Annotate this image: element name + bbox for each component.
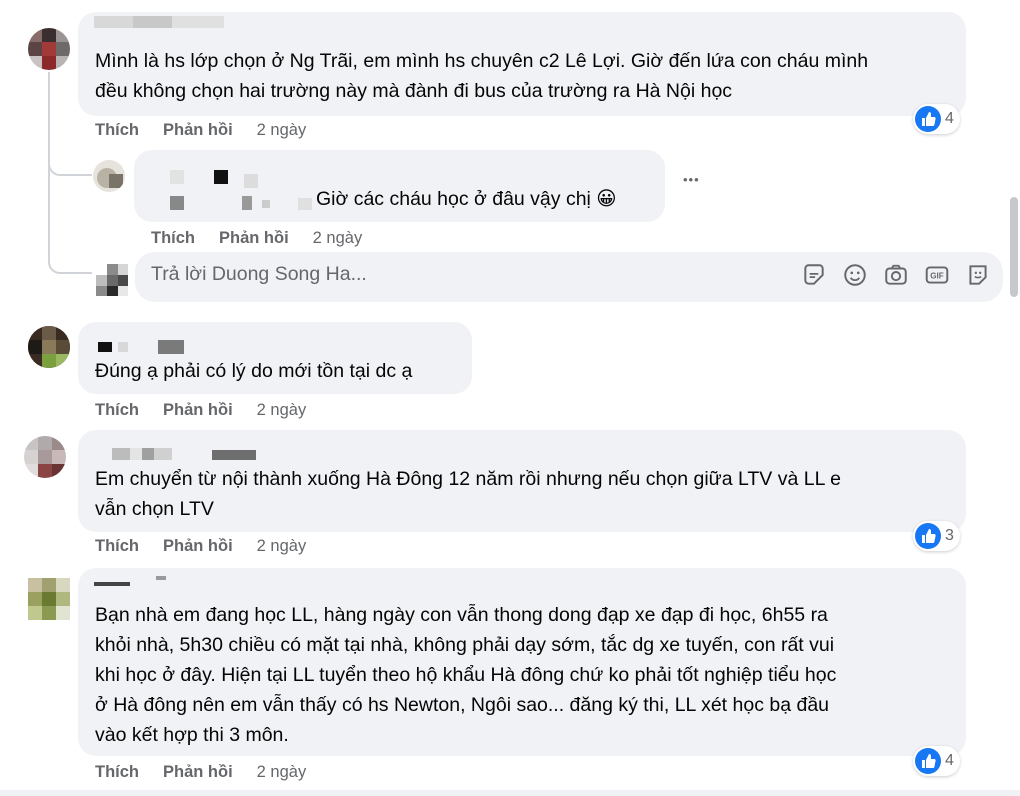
like-button[interactable]: Thích [95,401,139,420]
gif-icon[interactable]: GIF [924,262,950,288]
sticker-icon[interactable] [801,262,827,288]
current-user-avatar [96,264,128,296]
author-name[interactable] [94,582,130,586]
reply-button[interactable]: Phản hồi [219,229,289,248]
comment-actions: Thích Phản hồi 2 ngày [95,537,306,556]
reply-text: Giờ các cháu học ở đâu vậy chị 😀 [316,188,617,210]
comment-text: Đúng ạ phải có lý do mới tồn tại dc ạ [95,360,413,382]
like-button[interactable]: Thích [151,229,195,248]
timestamp[interactable]: 2 ngày [313,229,363,248]
comment-text: Em chuyển từ nội thành xuống Hà Đông 12 … [95,468,841,520]
timestamp[interactable]: 2 ngày [257,537,307,556]
reply-input[interactable] [151,259,751,289]
top-edge [0,0,1020,8]
like-button[interactable]: Thích [95,763,139,782]
more-options-button[interactable]: ••• [683,172,700,187]
avatar-sticker-icon[interactable] [965,262,991,288]
reaction-count[interactable]: 4 [913,104,960,134]
like-button[interactable]: Thích [95,537,139,556]
reaction-number: 4 [945,110,954,127]
comment-actions: Thích Phản hồi 2 ngày [95,763,306,782]
like-button[interactable]: Thích [95,121,139,140]
like-reaction-icon [915,106,941,132]
author-name[interactable] [214,170,228,184]
comment-bubble: Em chuyển từ nội thành xuống Hà Đông 12 … [78,430,966,532]
svg-text:GIF: GIF [930,271,944,280]
reply-button[interactable]: Phản hồi [163,121,233,140]
reply-composer: GIF [135,252,1003,302]
comment-actions: Thích Phản hồi 2 ngày [95,401,306,420]
avatar[interactable] [28,578,70,620]
comment-actions: Thích Phản hồi 2 ngày [151,229,362,248]
timestamp[interactable]: 2 ngày [257,401,307,420]
reply-button[interactable]: Phản hồi [163,401,233,420]
comment-bubble: Đúng ạ phải có lý do mới tồn tại dc ạ [78,322,472,394]
avatar[interactable] [24,436,66,478]
like-reaction-icon [915,748,941,774]
reply-button[interactable]: Phản hồi [163,537,233,556]
thread-connector [48,170,92,274]
reaction-number: 4 [945,752,954,769]
like-reaction-icon [915,523,941,549]
avatar[interactable] [28,28,70,70]
timestamp[interactable]: 2 ngày [257,763,307,782]
comment-bubble: Bạn nhà em đang học LL, hàng ngày con vẫ… [78,568,966,756]
scrollbar-thumb[interactable] [1010,197,1018,297]
emoji-icon[interactable] [842,262,868,288]
comment-actions: Thích Phản hồi 2 ngày [95,121,306,140]
reaction-number: 3 [945,527,954,544]
author-name[interactable] [98,342,112,352]
reaction-count[interactable]: 4 [913,746,960,776]
comment-text: Bạn nhà em đang học LL, hàng ngày con vẫ… [95,604,837,746]
timestamp[interactable]: 2 ngày [257,121,307,140]
reply-button[interactable]: Phản hồi [163,763,233,782]
author-name[interactable] [112,448,172,460]
avatar[interactable] [28,326,70,368]
avatar[interactable] [93,160,125,192]
next-comment-edge [0,790,1020,796]
comment-bubble: Mình là hs lớp chọn ở Ng Trãi, em mình h… [78,12,966,116]
camera-icon[interactable] [883,262,909,288]
reply-bubble: Giờ các cháu học ở đâu vậy chị 😀 [134,150,665,222]
author-name[interactable] [94,16,224,28]
reaction-count[interactable]: 3 [913,521,960,551]
comment-text: Mình là hs lớp chọn ở Ng Trãi, em mình h… [95,50,869,102]
